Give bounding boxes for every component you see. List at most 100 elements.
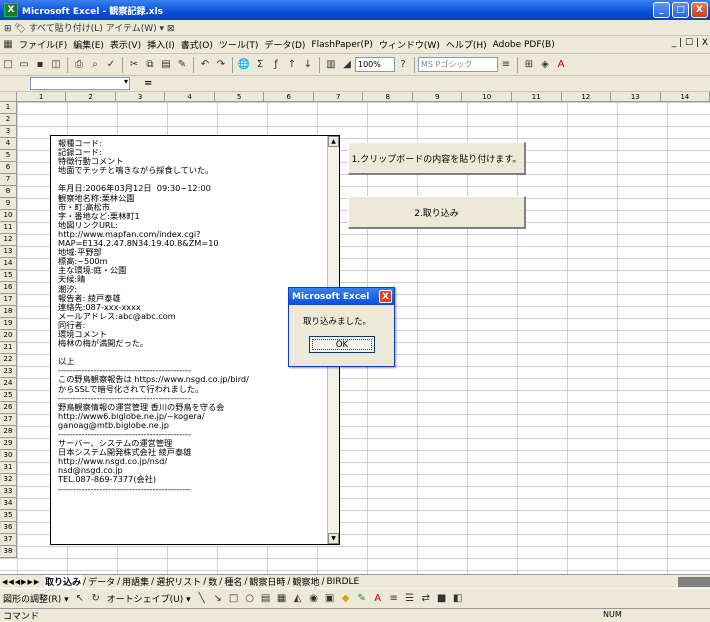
paste-icon[interactable]: ▤ [159, 58, 173, 72]
column-header[interactable]: 8 [363, 92, 413, 102]
row-header[interactable]: 7 [0, 174, 16, 186]
row-header[interactable]: 34 [0, 498, 16, 510]
diagram-icon[interactable]: ◭ [291, 592, 305, 606]
row-header[interactable]: 20 [0, 330, 16, 342]
row-header[interactable]: 8 [0, 186, 16, 198]
clipart-icon[interactable]: ◉ [307, 592, 321, 606]
row-header[interactable]: 3 [0, 126, 16, 138]
line-icon[interactable]: ╲ [195, 592, 209, 606]
row-header[interactable]: 13 [0, 246, 16, 258]
row-header[interactable]: 23 [0, 366, 16, 378]
column-header[interactable]: 2 [66, 92, 116, 102]
workbook-icon[interactable]: ▦ [1, 38, 15, 52]
drawing-icon[interactable]: ◢ [340, 58, 354, 72]
row-header[interactable]: 19 [0, 318, 16, 330]
menu-tools[interactable]: ツール(T) [216, 38, 262, 51]
column-header[interactable]: 12 [562, 92, 612, 102]
autosum-icon[interactable]: Σ [253, 58, 267, 72]
horizontal-scrollbar[interactable] [678, 577, 710, 587]
sheet-tab[interactable]: 数 [207, 575, 218, 588]
menu-flashpaper[interactable]: FlashPaper(P) [308, 40, 376, 50]
sheet-tab[interactable]: BIRDLE [326, 577, 361, 587]
dialog-ok-button[interactable]: OK [309, 336, 375, 353]
scroll-up-icon[interactable]: ▲ [328, 136, 339, 147]
row-header[interactable]: 12 [0, 234, 16, 246]
row-header[interactable]: 35 [0, 510, 16, 522]
sheet-tab[interactable]: 用語集 [121, 575, 150, 588]
paste-clipboard-button[interactable]: 1.クリップボードの内容を貼り付けます。 [348, 142, 526, 175]
column-header[interactable]: 9 [413, 92, 463, 102]
sheet-tab[interactable]: データ [87, 575, 116, 588]
row-header[interactable]: 21 [0, 342, 16, 354]
sheet-nav-arrows[interactable]: ◀◀◀▶▶▶ [0, 578, 44, 586]
print-preview-icon[interactable]: ⌕ [88, 58, 102, 72]
row-header[interactable]: 25 [0, 390, 16, 402]
row-header[interactable]: 18 [0, 306, 16, 318]
picture-icon[interactable]: ▣ [323, 592, 337, 606]
borders-icon[interactable]: ⊞ [522, 58, 536, 72]
row-header[interactable]: 11 [0, 222, 16, 234]
row-header[interactable]: 29 [0, 438, 16, 450]
select-all-corner[interactable] [0, 92, 17, 102]
row-header[interactable]: 30 [0, 450, 16, 462]
sheet-tab[interactable]: 取り込み [44, 575, 83, 588]
chart-wizard-icon[interactable]: ▥ [324, 58, 338, 72]
import-button[interactable]: 2.取り込み [348, 196, 526, 229]
spelling-icon[interactable]: ✓ [104, 58, 118, 72]
row-header[interactable]: 15 [0, 270, 16, 282]
font-color-icon[interactable]: A [554, 58, 568, 72]
row-header[interactable]: 36 [0, 522, 16, 534]
menu-adobe-pdf[interactable]: Adobe PDF(B) [490, 40, 558, 50]
sheet-tab[interactable]: 選択リスト [155, 575, 202, 588]
sort-ascending-icon[interactable]: ↑ [285, 58, 299, 72]
draw-menu[interactable]: 図形の調整(R) ▾ [0, 592, 72, 605]
menu-help[interactable]: ヘルプ(H) [443, 38, 490, 51]
workbook-window-controls[interactable]: _ | ☐ | X [672, 38, 708, 48]
menu-view[interactable]: 表示(V) [107, 38, 144, 51]
undo-icon[interactable]: ↶ [198, 58, 212, 72]
dialog-close-button[interactable]: X [379, 290, 392, 303]
menu-format[interactable]: 書式(O) [178, 38, 216, 51]
menu-file[interactable]: ファイル(F) [16, 38, 70, 51]
row-header[interactable]: 16 [0, 282, 16, 294]
help-icon[interactable]: ? [396, 58, 410, 72]
row-header[interactable]: 9 [0, 198, 16, 210]
3d-icon[interactable]: ◧ [451, 592, 465, 606]
clipboard-toolbar-text[interactable]: ⊞ 🏷 すべて貼り付け(L) アイテム(W) ▾ ⊠ [4, 21, 174, 34]
row-header[interactable]: 33 [0, 486, 16, 498]
column-header[interactable]: 3 [116, 92, 166, 102]
line-style-icon[interactable]: ≡ [387, 592, 401, 606]
line-color-icon[interactable]: ✎ [355, 592, 369, 606]
arrow-style-icon[interactable]: ⇄ [419, 592, 433, 606]
arrow-icon[interactable]: ↘ [211, 592, 225, 606]
sheet-tab[interactable]: 観察地 [291, 575, 320, 588]
font-select[interactable]: MS Pゴシック [418, 57, 498, 72]
row-header[interactable]: 22 [0, 354, 16, 366]
menu-data[interactable]: データ(D) [261, 38, 308, 51]
column-header[interactable]: 6 [264, 92, 314, 102]
fill-color-icon[interactable]: ◈ [538, 58, 552, 72]
row-header[interactable]: 24 [0, 378, 16, 390]
row-header[interactable]: 14 [0, 258, 16, 270]
save-icon[interactable]: ▪ [33, 58, 47, 72]
report-text[interactable]: 報種コード: 記録コード: 特徴行動コメント 地面でチッチと鳴きながら採食していた。年… [58, 138, 325, 494]
zoom-select[interactable]: 100% [355, 57, 395, 72]
permission-icon[interactable]: ◫ [49, 58, 63, 72]
row-header[interactable]: 1 [0, 102, 16, 114]
row-header[interactable]: 17 [0, 294, 16, 306]
column-header[interactable]: 10 [462, 92, 512, 102]
row-header[interactable]: 26 [0, 402, 16, 414]
row-header[interactable]: 27 [0, 414, 16, 426]
row-header[interactable]: 38 [0, 546, 16, 558]
column-header[interactable]: 5 [215, 92, 265, 102]
rectangle-icon[interactable]: □ [227, 592, 241, 606]
row-header[interactable]: 32 [0, 474, 16, 486]
column-header[interactable]: 13 [611, 92, 661, 102]
open-icon[interactable]: ▭ [17, 58, 31, 72]
textbox-icon[interactable]: ▤ [259, 592, 273, 606]
excel-app-icon[interactable]: X [4, 3, 18, 17]
font-color-icon[interactable]: A [371, 592, 385, 606]
restore-button[interactable]: □ [672, 2, 689, 18]
new-icon[interactable]: □ [1, 58, 15, 72]
row-header[interactable]: 5 [0, 150, 16, 162]
